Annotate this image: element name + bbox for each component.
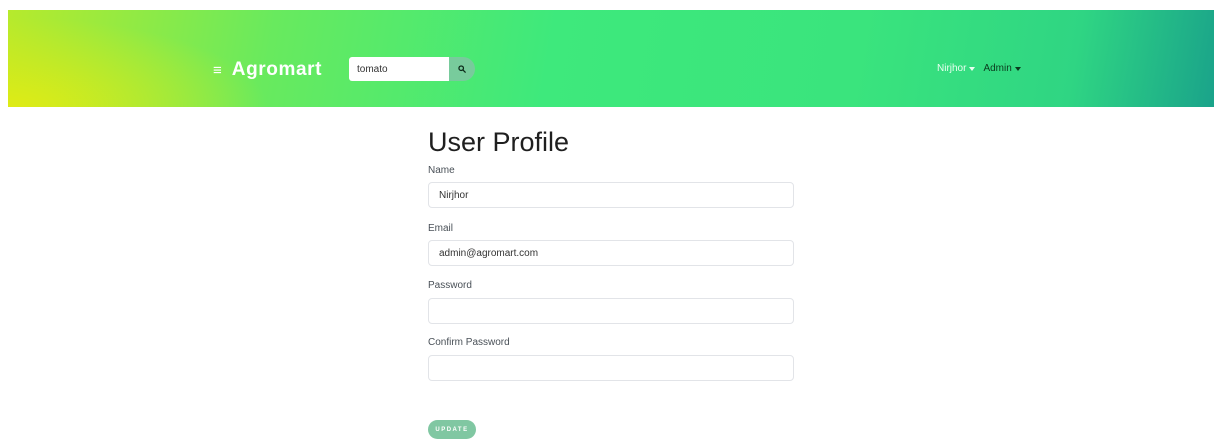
email-label: Email (428, 223, 454, 234)
update-button[interactable]: UPDATE (428, 420, 476, 439)
brand-name[interactable]: Agromart (232, 59, 322, 81)
search-input[interactable] (349, 57, 449, 81)
confirm-password-label: Confirm Password (428, 337, 510, 348)
admin-menu-label: Admin (983, 63, 1012, 74)
email-field[interactable] (428, 240, 794, 266)
password-label: Password (428, 280, 472, 291)
user-menu-dropdown[interactable]: Nirjhor (937, 63, 976, 74)
admin-menu-dropdown[interactable]: Admin (983, 63, 1021, 74)
caret-down-icon (1014, 66, 1021, 71)
hamburger-menu-icon[interactable]: ≡ (213, 63, 222, 78)
name-label: Name (428, 165, 455, 176)
page-title: User Profile (428, 127, 570, 157)
password-field[interactable] (428, 298, 794, 324)
search-icon (458, 65, 466, 73)
navbar: ≡ Agromart Nirjhor Admin (8, 10, 1214, 107)
confirm-password-field[interactable] (428, 355, 794, 381)
profile-form: User Profile Name Email Password Confirm… (428, 124, 794, 439)
brand[interactable]: ≡ Agromart (213, 59, 322, 81)
nav-menu: Nirjhor Admin (937, 63, 1021, 74)
search-button[interactable] (449, 57, 475, 81)
caret-down-icon (969, 66, 976, 71)
name-field[interactable] (428, 182, 794, 208)
user-menu-label: Nirjhor (937, 63, 967, 74)
